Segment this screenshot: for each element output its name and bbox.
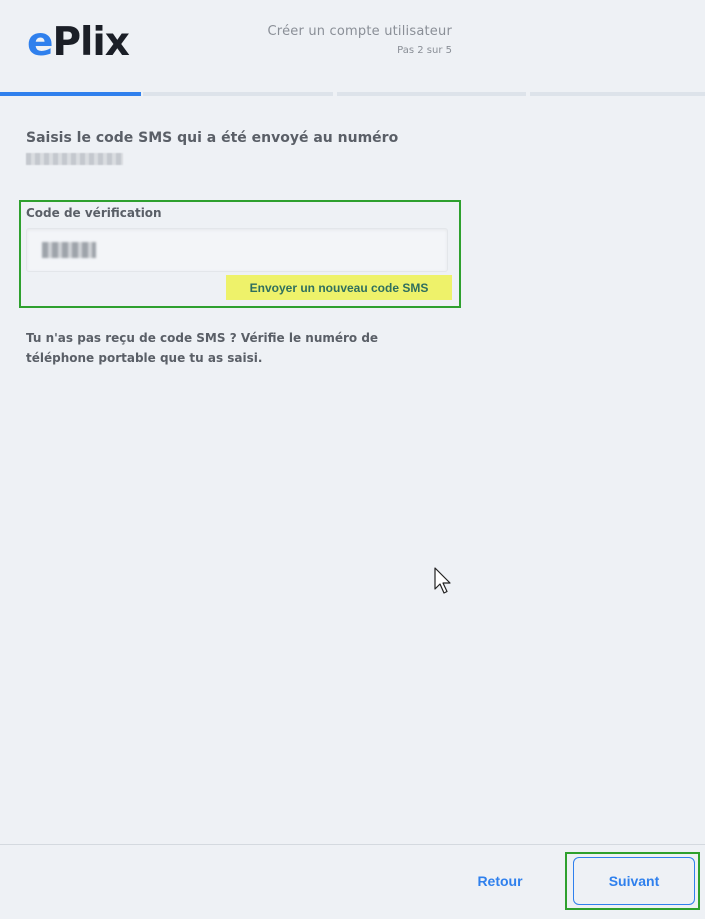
page-title: Créer un compte utilisateur <box>267 24 452 39</box>
progress-segment-2 <box>143 92 333 96</box>
progress-segment-1 <box>0 92 141 96</box>
eplix-logo: ePlix <box>27 20 130 66</box>
logo-e: e <box>27 20 53 65</box>
progress-segment-4 <box>530 92 705 96</box>
footer-divider <box>0 844 705 845</box>
next-button[interactable]: Suivant <box>573 857 695 905</box>
sms-prompt: Saisis le code SMS qui a été envoyé au n… <box>26 130 399 146</box>
step-indicator: Pas 2 sur 5 <box>397 45 452 56</box>
resend-sms-button[interactable]: Envoyer un nouveau code SMS <box>226 275 452 300</box>
masked-code-value <box>42 242 96 258</box>
progress-bar <box>0 92 705 96</box>
signup-page: ePlix Créer un compte utilisateur Pas 2 … <box>0 0 705 919</box>
progress-segment-3 <box>337 92 526 96</box>
help-text: Tu n'as pas reçu de code SMS ? Vérifie l… <box>26 331 379 365</box>
back-button[interactable]: Retour <box>466 867 534 895</box>
mouse-pointer-icon <box>434 567 451 594</box>
header: ePlix Créer un compte utilisateur Pas 2 … <box>0 0 705 92</box>
verification-code-label: Code de vérification <box>26 206 162 220</box>
logo-text: Plix <box>52 20 129 65</box>
masked-phone-number <box>26 153 123 165</box>
